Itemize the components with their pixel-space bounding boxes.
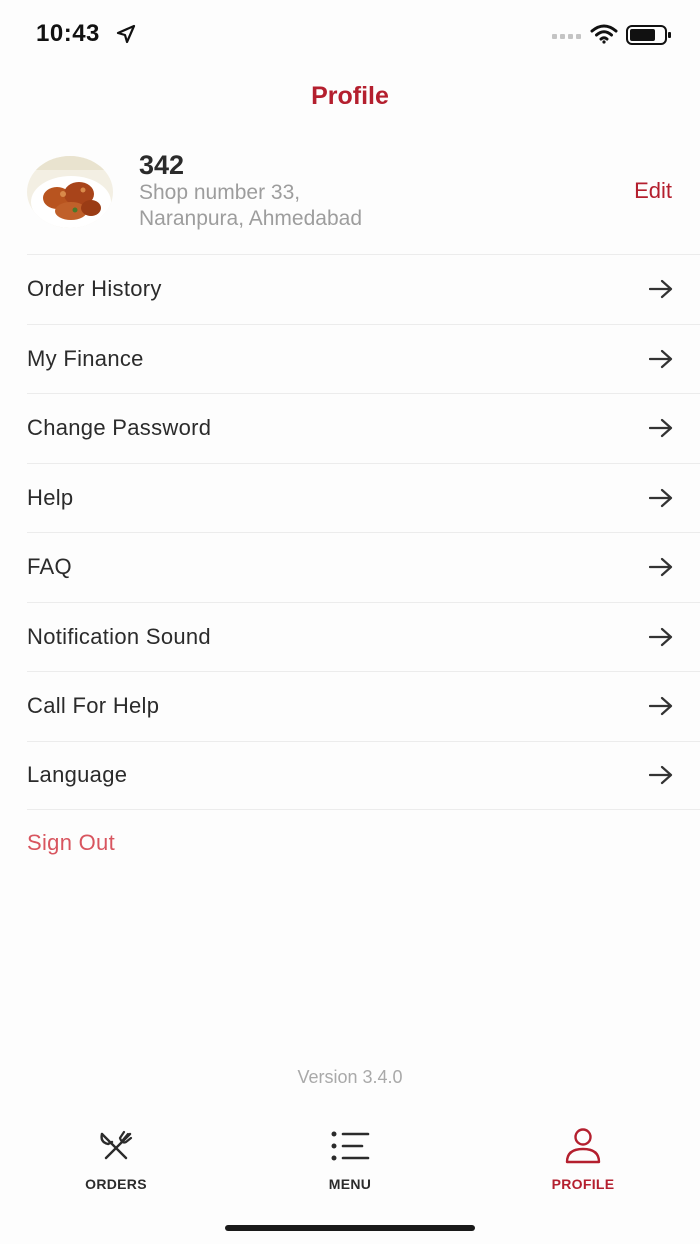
arrow-right-icon: [649, 488, 673, 507]
menu-item-label: Notification Sound: [27, 623, 211, 649]
menu-item-label: Call For Help: [27, 693, 160, 719]
status-time: 10:43: [36, 20, 100, 47]
menu-item-label: Language: [27, 762, 128, 788]
profile-header: 342 Shop number 33, Naranpura, Ahmedabad…: [0, 150, 700, 254]
profile-menu-list: Order History My Finance Change Password…: [27, 254, 700, 810]
arrow-right-icon: [649, 419, 673, 438]
menu-item-order-history[interactable]: Order History: [27, 254, 700, 324]
battery-icon: [626, 25, 671, 45]
sign-out-button[interactable]: Sign Out: [27, 830, 115, 856]
menu-item-label: FAQ: [27, 554, 72, 580]
tab-label: MENU: [328, 1176, 372, 1192]
arrow-right-icon: [649, 766, 673, 785]
menu-item-my-finance[interactable]: My Finance: [27, 323, 700, 394]
list-icon: [331, 1131, 370, 1161]
tab-bar: ORDERS MENU PROFILE: [0, 1120, 700, 1210]
menu-item-change-password[interactable]: Change Password: [27, 393, 700, 463]
wifi-icon: [590, 24, 618, 44]
menu-item-call-for-help[interactable]: Call For Help: [27, 671, 700, 741]
menu-item-label: Order History: [27, 276, 162, 302]
arrow-right-icon: [649, 349, 673, 368]
address-line-2: Naranpura, Ahmedabad: [139, 207, 362, 230]
tab-label: PROFILE: [551, 1176, 615, 1192]
menu-item-help[interactable]: Help: [27, 462, 700, 533]
tab-profile[interactable]: PROFILE: [513, 1120, 653, 1200]
status-bar: 10:43: [0, 0, 700, 70]
menu-item-faq[interactable]: FAQ: [27, 532, 700, 602]
avatar: [27, 156, 113, 228]
arrow-right-icon: [649, 697, 673, 716]
shop-name: 342: [139, 150, 185, 180]
menu-item-label: Help: [27, 484, 74, 510]
menu-item-label: Change Password: [27, 415, 212, 441]
user-icon: [565, 1128, 601, 1164]
menu-item-language[interactable]: Language: [27, 740, 700, 810]
page-title: Profile: [311, 82, 389, 110]
tab-menu[interactable]: MENU: [280, 1120, 420, 1200]
tab-label: ORDERS: [85, 1176, 147, 1192]
shop-address: Shop number 33, Naranpura, Ahmedabad: [139, 180, 469, 232]
shop-photo: [27, 156, 113, 228]
location-arrow-icon: [116, 24, 136, 44]
home-indicator: [225, 1225, 475, 1231]
app-version: Version 3.4.0: [297, 1067, 403, 1087]
cellular-signal-icon: [552, 34, 581, 39]
menu-item-label: My Finance: [27, 345, 144, 371]
arrow-right-icon: [649, 558, 673, 577]
menu-item-notification-sound[interactable]: Notification Sound: [27, 601, 700, 672]
arrow-right-icon: [649, 627, 673, 646]
address-line-1: Shop number 33,: [139, 181, 301, 204]
fork-knife-icon: [100, 1130, 133, 1160]
tab-orders[interactable]: ORDERS: [46, 1120, 186, 1200]
arrow-right-icon: [649, 280, 673, 299]
edit-profile-button[interactable]: Edit: [634, 178, 672, 204]
